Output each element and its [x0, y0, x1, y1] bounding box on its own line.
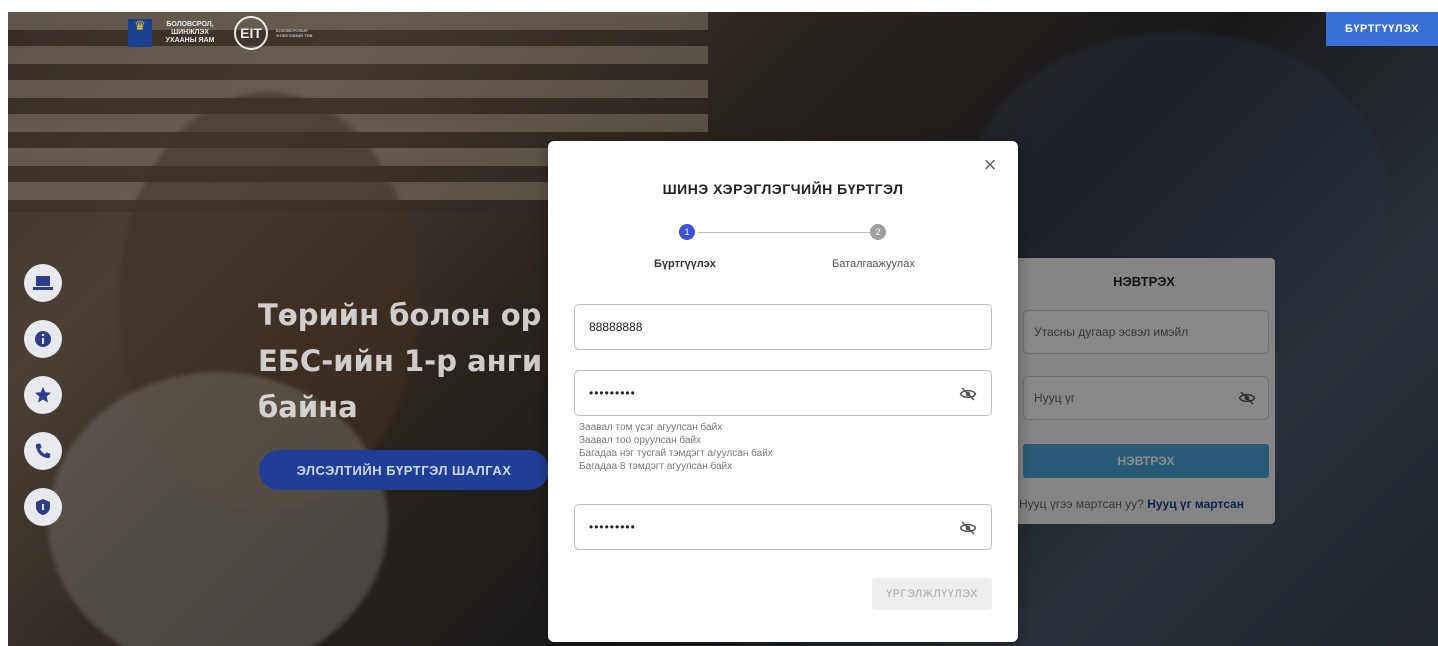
phone-icon[interactable] [24, 432, 62, 470]
step-1-label: Бүртгүүлэх [654, 258, 716, 270]
check-admission-button[interactable]: ЭЛСЭЛТИЙН БҮРТГЭЛ ШАЛГАХ [259, 450, 549, 490]
password-hints: Заавал том үсэг агуулсан байх Заавал тоо… [579, 421, 773, 473]
login-card: НЭВТРЭХ Утасны дугаар эсвэл имэйл Нууц ү… [1013, 258, 1275, 524]
eit-name: БОЛОВСРОЛЫН ҮНЭЛГЭЭНИЙ ТӨВ [276, 28, 313, 38]
registration-modal: × ШИНЭ ХЭРЭГЛЭГЧИЙН БҮРТГЭЛ 1 2 Бүртгүүл… [548, 141, 1018, 642]
hero-line-3: байна [258, 390, 358, 424]
page-background: ♛ БОЛОВСРОЛ, ШИНЖЛЭХ УХААНЫ ЯАМ EIT БОЛО… [8, 12, 1438, 646]
hero-heading: Төрийн болон ор ЕБС-ийн 1-р анги байна [258, 292, 558, 430]
star-icon[interactable] [24, 376, 62, 414]
step-2-indicator: 2 [870, 224, 886, 240]
confirm-password-input[interactable]: ••••••••• [574, 504, 992, 550]
phone-input[interactable]: 88888888 [574, 304, 992, 350]
login-card-dim-overlay [1013, 258, 1275, 524]
step-2-label: Баталгаажуулах [832, 258, 915, 270]
password-input[interactable]: ••••••••• [574, 370, 992, 416]
phone-value: 88888888 [589, 320, 643, 334]
modal-title: ШИНЭ ХЭРЭГЛЭГЧИЙН БҮРТГЭЛ [662, 181, 904, 197]
ministry-name: БОЛОВСРОЛ, ШИНЖЛЭХ УХААНЫ ЯАМ [165, 21, 215, 44]
hero-line-1: Төрийн болон ор [258, 298, 542, 332]
side-icon-bar [24, 264, 62, 526]
continue-button[interactable]: ҮРГЭЛЖЛҮҮЛЭХ [872, 578, 992, 610]
header-register-button[interactable]: БҮРТГҮҮЛЭХ [1326, 12, 1438, 46]
step-1-indicator: 1 [679, 224, 695, 240]
hero-line-2: ЕБС-ийн 1-р анги [258, 344, 543, 378]
close-icon[interactable]: × [978, 153, 1002, 177]
confirm-password-value: ••••••••• [589, 520, 636, 534]
header-logos: ♛ БОЛОВСРОЛ, ШИНЖЛЭХ УХААНЫ ЯАМ EIT БОЛО… [128, 16, 316, 50]
stepper-line [698, 232, 874, 233]
info-icon[interactable] [24, 320, 62, 358]
password-hint-digit: Заавал тоо оруулсан байх [579, 435, 702, 446]
password-value: ••••••••• [589, 386, 636, 400]
eit-logo: EIT [234, 16, 268, 50]
laptop-icon[interactable] [24, 264, 62, 302]
password-hint-special: Багадаа нэг тусгай тэмдэгт агуулсан байх [579, 448, 773, 459]
eye-off-icon[interactable] [959, 519, 977, 537]
password-hint-length: Багадаа 8 тэмдэгт агуулсан байх [579, 461, 733, 472]
ministry-emblem: ♛ [128, 19, 152, 47]
shield-icon[interactable] [24, 488, 62, 526]
eye-off-icon[interactable] [959, 385, 977, 403]
password-hint-uppercase: Заавал том үсэг агуулсан байх [579, 422, 723, 433]
